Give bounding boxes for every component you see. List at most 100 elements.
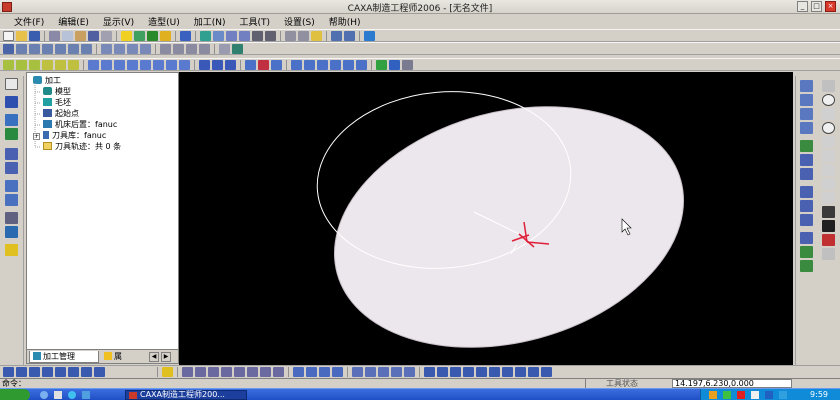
minimize-button[interactable]: _	[797, 1, 808, 12]
surf-b5-icon[interactable]	[404, 367, 415, 377]
draft-icon[interactable]	[127, 43, 138, 54]
copy-icon[interactable]	[62, 30, 73, 41]
edit3-icon[interactable]	[225, 59, 236, 70]
pencil-icon[interactable]	[364, 30, 375, 41]
path6-icon[interactable]	[153, 59, 164, 70]
curve-edit-icon[interactable]	[5, 114, 18, 126]
undo-icon[interactable]	[88, 30, 99, 41]
chamfer-icon[interactable]	[81, 43, 92, 54]
view-btn3-icon[interactable]	[29, 367, 40, 377]
transform-icon[interactable]	[5, 148, 18, 160]
paste-icon[interactable]	[75, 30, 86, 41]
zoom-in-icon[interactable]	[226, 30, 237, 41]
surface6-icon[interactable]	[68, 59, 79, 70]
surface3-icon[interactable]	[29, 59, 40, 70]
menu-modeling[interactable]: 造型(U)	[146, 15, 182, 28]
view-btn7-icon[interactable]	[81, 367, 92, 377]
shell-icon[interactable]	[114, 43, 125, 54]
tray-icon-1[interactable]	[709, 391, 717, 399]
mach-b6-icon[interactable]	[489, 367, 500, 377]
menu-tools[interactable]: 工具(T)	[238, 15, 273, 28]
fit-icon[interactable]	[800, 214, 813, 226]
edit1-icon[interactable]	[199, 59, 210, 70]
path8-icon[interactable]	[179, 59, 190, 70]
hidden-line-icon[interactable]	[298, 30, 309, 41]
quicklaunch-desktop-icon[interactable]	[54, 391, 62, 399]
ellipse-tool-icon[interactable]	[822, 122, 835, 134]
draw-line-icon[interactable]	[800, 80, 813, 92]
circle-tool-icon[interactable]	[822, 94, 835, 106]
measure-icon[interactable]	[5, 244, 18, 256]
mirror-icon[interactable]	[173, 43, 184, 54]
path1-icon[interactable]	[88, 59, 99, 70]
mach-b3-icon[interactable]	[450, 367, 461, 377]
mach-b4-icon[interactable]	[463, 367, 474, 377]
view-btn8-icon[interactable]	[94, 367, 105, 377]
menu-settings[interactable]: 设置(S)	[282, 15, 317, 28]
mach-b9-icon[interactable]	[528, 367, 539, 377]
tab-machining-manager[interactable]: 加工管理	[29, 351, 99, 363]
mach-b5-icon[interactable]	[476, 367, 487, 377]
close-button[interactable]: ×	[825, 1, 836, 12]
line-tool-icon[interactable]	[822, 80, 835, 92]
zoom-out-icon[interactable]	[239, 30, 250, 41]
cut-icon[interactable]	[49, 30, 60, 41]
boolean-icon[interactable]	[199, 43, 210, 54]
section-icon[interactable]	[186, 43, 197, 54]
fillet-curve-icon[interactable]	[822, 164, 835, 176]
gcode-icon[interactable]	[376, 59, 387, 70]
tab-scroll-right-button[interactable]: ▶	[161, 352, 171, 362]
edit-b3-icon[interactable]	[208, 367, 219, 377]
select-arrow-icon[interactable]	[5, 78, 18, 90]
view-btn4-icon[interactable]	[42, 367, 53, 377]
tray-icon-5[interactable]	[765, 391, 773, 399]
path4-icon[interactable]	[127, 59, 138, 70]
edit-b4-icon[interactable]	[221, 367, 232, 377]
scale-icon[interactable]	[5, 212, 18, 224]
menu-view[interactable]: 显示(V)	[101, 15, 136, 28]
mirror-geom-icon[interactable]	[5, 194, 18, 206]
edit-b5-icon[interactable]	[234, 367, 245, 377]
view-btn5-icon[interactable]	[55, 367, 66, 377]
curve-b1-icon[interactable]	[293, 367, 304, 377]
edit-b8-icon[interactable]	[273, 367, 284, 377]
edit-b2-icon[interactable]	[195, 367, 206, 377]
sketch-pencil-icon[interactable]	[5, 96, 18, 108]
trace4-icon[interactable]	[330, 59, 341, 70]
tool3-icon[interactable]	[271, 59, 282, 70]
view-orient2-icon[interactable]	[344, 30, 355, 41]
surf-b3-icon[interactable]	[378, 367, 389, 377]
trace1-icon[interactable]	[291, 59, 302, 70]
menu-help[interactable]: 帮助(H)	[327, 15, 363, 28]
draw-spline-icon[interactable]	[800, 122, 813, 134]
path2-icon[interactable]	[101, 59, 112, 70]
surf-b2-icon[interactable]	[365, 367, 376, 377]
edit-surface-icon[interactable]	[800, 246, 813, 258]
edit-b6-icon[interactable]	[247, 367, 258, 377]
pattern-icon[interactable]	[160, 43, 171, 54]
arc-tool-icon[interactable]	[822, 108, 835, 120]
dimension-icon[interactable]	[822, 234, 835, 246]
erase-icon[interactable]	[822, 248, 835, 260]
path3-icon[interactable]	[114, 59, 125, 70]
mach-b1-icon[interactable]	[424, 367, 435, 377]
quicklaunch-media-icon[interactable]	[68, 391, 76, 399]
surface2-icon[interactable]	[16, 59, 27, 70]
mach-b7-icon[interactable]	[502, 367, 513, 377]
array-icon[interactable]	[5, 226, 18, 238]
graphics-viewport[interactable]	[179, 72, 793, 365]
surf-b1-icon[interactable]	[352, 367, 363, 377]
face-icon[interactable]	[800, 260, 813, 272]
tray-icon-4[interactable]	[751, 391, 759, 399]
view-btn2-icon[interactable]	[16, 367, 27, 377]
fillet-icon[interactable]	[68, 43, 79, 54]
view-btn6-icon[interactable]	[68, 367, 79, 377]
light-icon[interactable]	[121, 30, 132, 41]
trace6-icon[interactable]	[356, 59, 367, 70]
tray-icon-3[interactable]	[737, 391, 745, 399]
polygon-tool-icon[interactable]	[822, 192, 835, 204]
package-icon[interactable]	[232, 43, 243, 54]
tool2-icon[interactable]	[258, 59, 269, 70]
surface-curve-icon[interactable]	[800, 232, 813, 244]
open-file-icon[interactable]	[16, 30, 27, 41]
